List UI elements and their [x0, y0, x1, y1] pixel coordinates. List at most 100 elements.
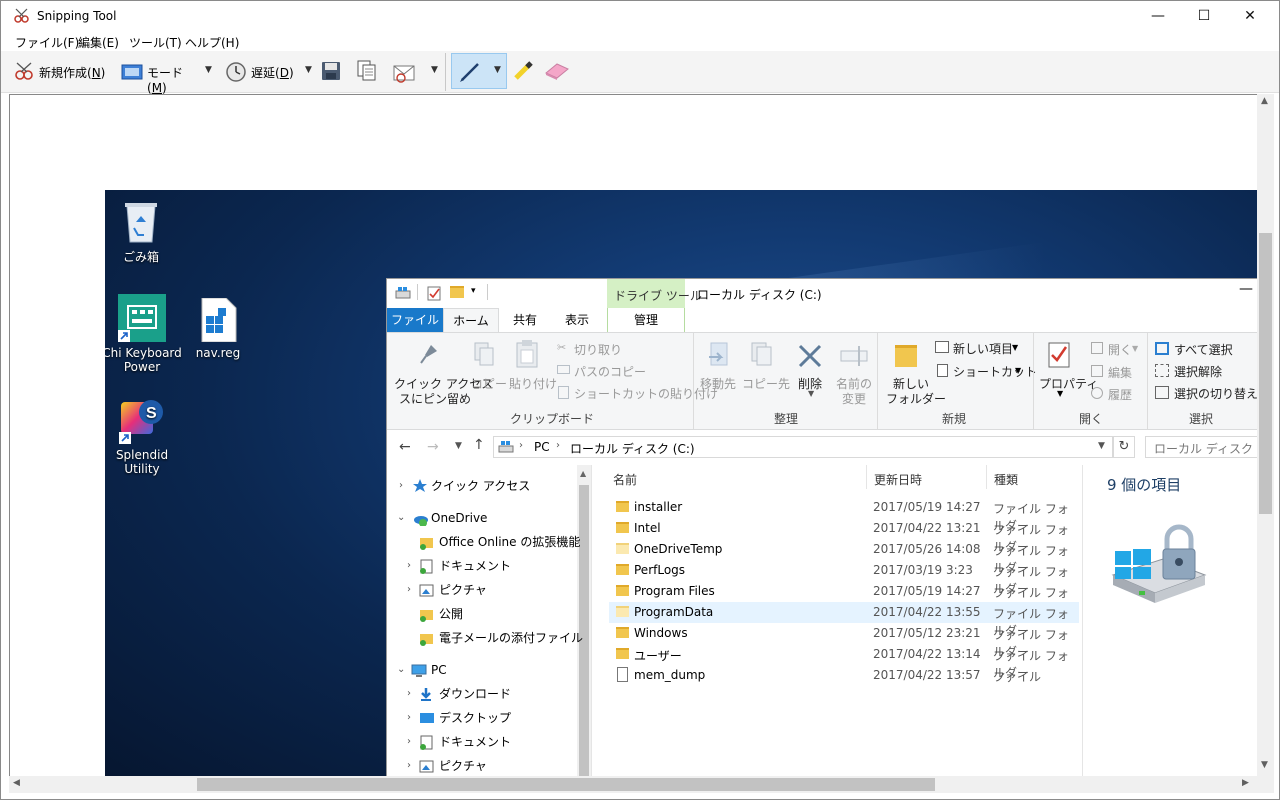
select-all-button[interactable]: すべて選択 [1174, 341, 1233, 358]
pen-dropdown-icon[interactable]: ▼ [494, 65, 501, 75]
move-to-icon[interactable] [707, 341, 733, 369]
properties-qat-icon[interactable] [427, 285, 441, 301]
select-none-button[interactable]: 選択解除 [1174, 363, 1222, 380]
nav-expand-icon[interactable]: › [407, 736, 411, 747]
file-row[interactable]: Intel 2017/04/22 13:21 ファイル フォルダー [609, 518, 1079, 554]
nav-item[interactable]: ドキュメント [439, 555, 511, 577]
address-dropdown-icon[interactable]: ▼ [1098, 441, 1105, 451]
send-snip-icon[interactable] [393, 61, 419, 83]
edit-button[interactable]: 編集 [1108, 364, 1132, 381]
nav-item[interactable]: OneDrive [431, 507, 487, 529]
search-box[interactable]: ローカル ディスク (C:)の [1145, 436, 1257, 458]
copy-to-icon[interactable] [749, 341, 775, 369]
recent-locations-icon[interactable]: ▼ [455, 441, 462, 451]
nav-item[interactable]: クイック アクセス [431, 475, 530, 497]
mode-dropdown-icon[interactable]: ▼ [205, 65, 212, 75]
horizontal-scrollbar-thumb[interactable] [197, 778, 935, 791]
up-button[interactable]: ↑ [473, 437, 485, 453]
desktop-icon-nav-reg[interactable]: nav.reg [173, 298, 263, 360]
copy-icon[interactable] [357, 60, 377, 82]
new-folder-qat-icon[interactable] [450, 286, 464, 298]
vertical-scrollbar-thumb[interactable] [1259, 233, 1272, 514]
mode-button[interactable]: モード(M) [119, 59, 199, 95]
delete-icon[interactable] [797, 343, 823, 369]
tab-share[interactable]: 共有 [499, 308, 551, 332]
paste-icon[interactable] [515, 339, 539, 369]
tab-view[interactable]: 表示 [551, 308, 603, 332]
properties-label[interactable]: プロパティ [1039, 375, 1098, 392]
tab-home[interactable]: ホーム [443, 308, 499, 332]
nav-item[interactable]: デスクトップ [439, 707, 511, 729]
copy-path-label[interactable]: パスのコピー [574, 363, 646, 380]
nav-item[interactable]: 電子メールの添付ファイル [439, 627, 583, 649]
file-row[interactable]: installer 2017/05/19 14:27 ファイル フォルダー [609, 497, 1079, 533]
send-dropdown-icon[interactable]: ▼ [431, 65, 438, 75]
column-header-type[interactable]: 種類 [994, 471, 1018, 488]
nav-expand-icon[interactable]: ⌄ [397, 512, 405, 523]
nav-item[interactable]: PC [431, 659, 447, 681]
vertical-scrollbar[interactable]: ▲ ▼ [1257, 94, 1274, 776]
scroll-right-icon[interactable]: ▶ [1242, 778, 1249, 788]
file-row[interactable]: ProgramData 2017/04/22 13:55 ファイル フォルダー [609, 602, 1079, 638]
tab-file[interactable]: ファイル [387, 308, 443, 332]
menu-file[interactable]: ファイル(F) [15, 34, 79, 51]
forward-button[interactable]: → [427, 439, 439, 455]
file-row[interactable]: mem_dump 2017/04/22 13:57 ファイル [609, 665, 1079, 686]
properties-dropdown-icon[interactable]: ▼ [1057, 389, 1063, 398]
desktop-icon-recycle-bin[interactable]: ごみ箱 [105, 198, 186, 265]
breadcrumb-local-disk[interactable]: ローカル ディスク (C:) [570, 440, 695, 457]
nav-scrollbar[interactable]: ▲ [577, 465, 591, 776]
scroll-up-icon[interactable]: ▲ [1261, 96, 1268, 106]
easy-access-button[interactable]: ショートカット [953, 363, 1037, 380]
nav-item[interactable]: Office Online の拡張機能 [439, 531, 580, 553]
new-snip-button[interactable]: 新規作成(N) [9, 59, 109, 85]
delay-button[interactable]: 遅延(D) [223, 59, 303, 85]
new-item-button[interactable]: 新しい項目 [953, 340, 1013, 357]
copy-ribbon-icon[interactable] [473, 341, 495, 369]
close-button[interactable]: ✕ [1227, 1, 1273, 31]
invert-selection-button[interactable]: 選択の切り替え [1174, 385, 1257, 402]
file-row[interactable]: ユーザー 2017/04/22 13:14 ファイル フォルダー [609, 644, 1079, 680]
highlighter-icon[interactable] [511, 59, 535, 83]
desktop-icon-splendid-utility[interactable]: S Splendid Utility [105, 398, 187, 476]
nav-expand-icon[interactable]: › [407, 712, 411, 723]
address-bar[interactable]: › PC › ローカル ディスク (C:) ▼ [493, 436, 1113, 458]
file-row[interactable]: OneDriveTemp 2017/05/26 14:08 ファイル フォルダー [609, 539, 1079, 575]
scroll-down-icon[interactable]: ▼ [1261, 760, 1268, 770]
explorer-minimize-button[interactable]: — [1239, 281, 1253, 297]
maximize-button[interactable]: ☐ [1181, 1, 1227, 31]
delay-dropdown-icon[interactable]: ▼ [305, 65, 312, 75]
nav-expand-icon[interactable]: ⌄ [397, 664, 405, 675]
rename-icon[interactable] [839, 343, 869, 369]
menu-tools[interactable]: ツール(T) [129, 34, 182, 51]
nav-item[interactable]: ドキュメント [439, 731, 511, 753]
pin-icon[interactable] [419, 341, 441, 367]
file-row[interactable]: Windows 2017/05/12 23:21 ファイル フォルダー [609, 623, 1079, 659]
pen-button[interactable]: ▼ [451, 53, 507, 89]
column-header-name[interactable]: 名前 [613, 471, 637, 488]
menu-edit[interactable]: 編集(E) [78, 34, 119, 51]
title-bar[interactable]: Snipping Tool — ☐ ✕ [1, 1, 1279, 31]
nav-item[interactable]: ダウンロード [439, 683, 511, 705]
menu-help[interactable]: ヘルプ(H) [185, 34, 239, 51]
new-item-dropdown-icon[interactable]: ▼ [1012, 343, 1018, 352]
refresh-button[interactable]: ↻ [1113, 436, 1135, 458]
properties-icon[interactable] [1047, 341, 1071, 369]
paste-shortcut-label[interactable]: ショートカットの貼り付け [574, 385, 718, 402]
file-row[interactable]: PerfLogs 2017/03/19 3:23 ファイル フォルダー [609, 560, 1079, 596]
file-row[interactable]: Program Files2017/05/19 14:27ファイル フォルダー [609, 581, 1079, 617]
new-folder-icon[interactable] [895, 345, 917, 367]
nav-expand-icon[interactable]: › [399, 480, 403, 491]
nav-item[interactable]: ピクチャ [439, 579, 487, 601]
nav-expand-icon[interactable]: › [407, 688, 411, 699]
eraser-icon[interactable] [543, 61, 571, 81]
save-icon[interactable] [321, 61, 341, 81]
qat-dropdown-icon[interactable]: ▾ [471, 286, 476, 296]
nav-expand-icon[interactable]: › [407, 560, 411, 571]
column-header-date[interactable]: 更新日時 [874, 471, 922, 488]
nav-expand-icon[interactable]: › [407, 760, 411, 771]
nav-expand-icon[interactable]: › [407, 584, 411, 595]
open-button[interactable]: 開く [1108, 341, 1132, 358]
tab-manage[interactable]: 管理 [607, 308, 685, 332]
delete-dropdown-icon[interactable]: ▼ [808, 389, 814, 398]
